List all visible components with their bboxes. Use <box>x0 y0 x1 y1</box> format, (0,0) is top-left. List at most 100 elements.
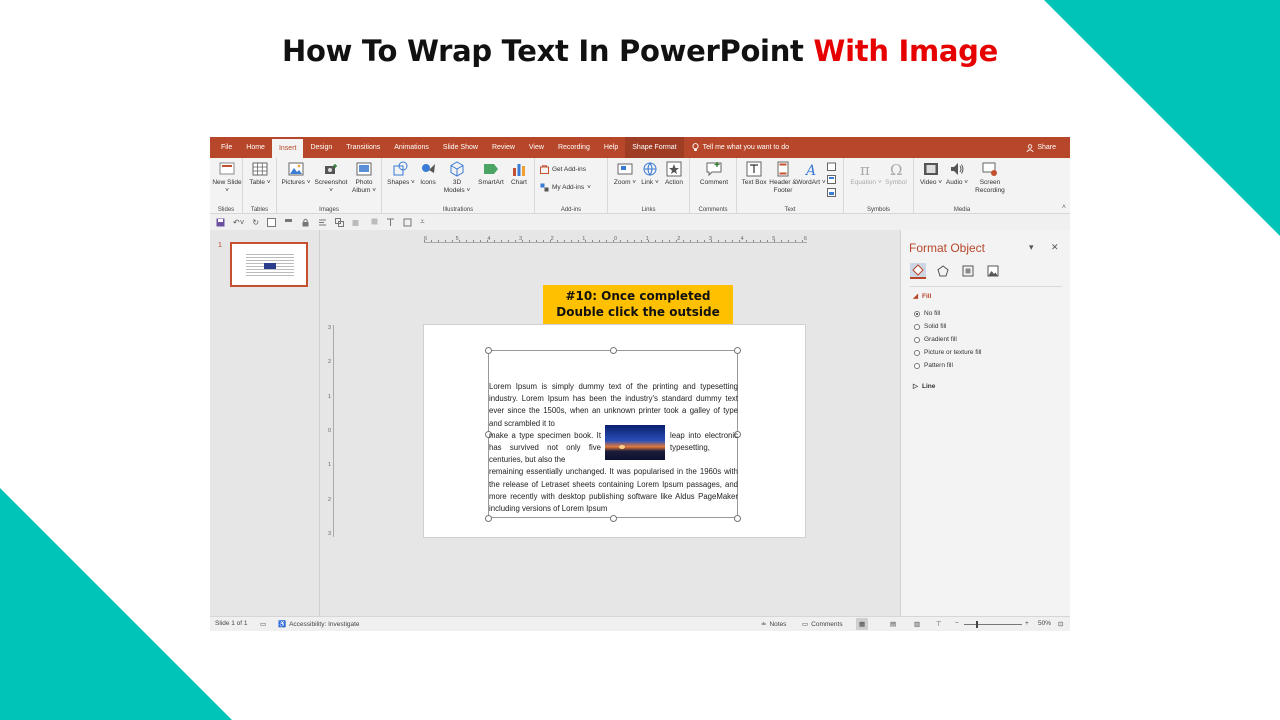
tab-shape-format[interactable]: Shape Format <box>625 137 684 158</box>
tab-insert[interactable]: Insert <box>271 139 304 158</box>
photo-album-button[interactable]: Photo Album ˅ <box>349 161 379 195</box>
pictures-button[interactable]: Pictures ˅ <box>281 161 311 187</box>
lock-icon[interactable] <box>301 218 310 227</box>
share-label: Share <box>1037 144 1056 151</box>
tab-design[interactable]: Design <box>303 137 339 158</box>
zoom-level[interactable]: 50% <box>1038 620 1051 627</box>
group-slides: New Slide ˅ Slides <box>210 158 243 214</box>
tab-slide-show[interactable]: Slide Show <box>436 137 485 158</box>
slide-sorter-button[interactable]: ▤ <box>890 620 896 628</box>
object-button[interactable] <box>827 188 836 197</box>
resize-handle-bottom-right[interactable] <box>734 515 741 522</box>
send-backward-icon[interactable] <box>369 218 378 227</box>
table-button[interactable]: Table ˅ <box>245 161 275 187</box>
radio-picture-texture-fill[interactable]: Picture or texture fill <box>914 349 981 356</box>
slide-show-button[interactable]: ⊤ <box>936 620 942 628</box>
horizontal-ruler[interactable]: 6543210123456 <box>424 235 807 243</box>
fill-section-header[interactable]: ◢ Fill <box>913 292 931 301</box>
effects-tab[interactable] <box>935 263 951 279</box>
accessibility-status[interactable]: ♿ Accessibility: Investigate <box>278 620 360 629</box>
tab-transitions[interactable]: Transitions <box>339 137 387 158</box>
collapse-ribbon-icon[interactable]: ˄ <box>1062 204 1066 211</box>
powerpoint-window: File Home Insert Design Transitions Anim… <box>210 137 1070 631</box>
fill-line-tab[interactable] <box>910 263 926 279</box>
tell-me-search[interactable]: Tell me what you want to do <box>684 143 789 152</box>
normal-view-button[interactable]: ▦ <box>856 618 869 630</box>
my-addins-button[interactable]: My Add-ins ˅ <box>540 183 591 192</box>
zoom-slider-thumb[interactable] <box>976 621 978 628</box>
save-icon[interactable] <box>216 218 225 227</box>
group-icon[interactable] <box>335 217 345 227</box>
tab-home[interactable]: Home <box>239 137 272 158</box>
shapes-button[interactable]: Shapes ˅ <box>386 161 416 187</box>
vertical-ruler[interactable]: 3210123 <box>326 325 334 537</box>
screen-recording-button[interactable]: Screen Recording <box>970 161 1010 195</box>
shape-outline-icon[interactable] <box>403 218 412 227</box>
action-button[interactable]: Action <box>659 161 689 187</box>
slide-canvas[interactable]: Lorem Ipsum is simply dummy text of the … <box>423 324 806 538</box>
tab-recording[interactable]: Recording <box>551 137 597 158</box>
tab-help[interactable]: Help <box>597 137 625 158</box>
close-pane-icon[interactable]: ✕ <box>1051 242 1059 253</box>
group-text: Text Box Header & Footer A WordArt ˅ Tex… <box>737 158 844 214</box>
resize-handle-bottom-left[interactable] <box>485 515 492 522</box>
resize-handle-top-right[interactable] <box>734 347 741 354</box>
size-properties-tab[interactable] <box>960 263 976 279</box>
screen-recording-icon <box>982 162 997 176</box>
format-painter-icon[interactable] <box>284 218 293 227</box>
title-main: How To Wrap Text In PowerPoint <box>282 34 814 68</box>
screenshot-button[interactable]: Screenshot ˅ <box>313 161 349 195</box>
icons-button[interactable]: Icons <box>413 161 443 187</box>
resize-handle-top[interactable] <box>610 347 617 354</box>
zoom-slider[interactable] <box>964 624 1022 625</box>
header-footer-button[interactable]: Header & Footer <box>766 161 800 195</box>
new-slide-button[interactable]: New Slide ˅ <box>212 161 242 195</box>
tab-review[interactable]: Review <box>485 137 522 158</box>
zoom-out-button[interactable]: − <box>955 620 959 627</box>
slide-thumbnail[interactable] <box>230 242 308 287</box>
bring-forward-icon[interactable] <box>352 218 361 227</box>
tab-view[interactable]: View <box>522 137 551 158</box>
get-addins-button[interactable]: Get Add-ins <box>540 165 586 174</box>
comments-button[interactable]: ▭ Comments <box>802 620 843 629</box>
date-time-button[interactable] <box>827 162 836 171</box>
wordart-button[interactable]: A WordArt ˅ <box>796 161 826 187</box>
picture-tab[interactable] <box>985 263 1001 279</box>
notes-button[interactable]: ≐ Notes <box>761 620 786 629</box>
spell-check-icon[interactable]: ▭ <box>260 620 266 628</box>
chart-button[interactable]: Chart <box>504 161 534 187</box>
sunset-image[interactable] <box>605 425 665 460</box>
customize-qat-icon[interactable]: ⩡ <box>420 217 425 227</box>
redo-icon[interactable]: ↻ <box>252 218 259 227</box>
group-illustrations: Shapes ˅ Icons 3D Models ˅ SmartArt Char… <box>382 158 535 214</box>
tab-animations[interactable]: Animations <box>387 137 436 158</box>
quick-access-toolbar: ↶˅ ↻ ⩡ <box>210 214 1070 230</box>
reading-view-button[interactable]: ▥ <box>914 620 920 628</box>
start-from-beginning-icon[interactable] <box>267 217 277 227</box>
audio-button[interactable]: Audio ˅ <box>942 161 972 187</box>
tell-me-label: Tell me what you want to do <box>702 144 790 151</box>
comment-button[interactable]: Comment <box>695 161 733 187</box>
zoom-in-button[interactable]: + <box>1025 620 1029 627</box>
pane-options-chevron-icon[interactable]: ▾ <box>1029 242 1034 253</box>
text-left-column: make a type specimen book. It has surviv… <box>489 430 601 467</box>
undo-icon[interactable]: ↶˅ <box>233 218 244 227</box>
smartart-button[interactable]: SmartArt <box>474 161 508 187</box>
share-button[interactable]: Share <box>1026 137 1056 158</box>
radio-solid-fill[interactable]: Solid fill <box>914 323 946 330</box>
fit-to-window-icon[interactable]: ⊡ <box>1058 620 1063 628</box>
radio-no-fill[interactable]: No fill <box>914 310 940 317</box>
resize-handle-top-left[interactable] <box>485 347 492 354</box>
tab-file[interactable]: File <box>214 137 239 158</box>
collapsed-caret-icon: ▷ <box>913 383 918 390</box>
line-section-header[interactable]: ▷ Line <box>913 382 935 391</box>
radio-pattern-fill[interactable]: Pattern fill <box>914 362 953 369</box>
align-icon[interactable] <box>318 218 327 227</box>
text-direction-icon[interactable] <box>386 218 395 227</box>
selected-text-box[interactable]: Lorem Ipsum is simply dummy text of the … <box>485 347 741 522</box>
radio-gradient-fill[interactable]: Gradient fill <box>914 336 957 343</box>
slide-number-button[interactable] <box>827 175 836 184</box>
3d-models-button[interactable]: 3D Models ˅ <box>442 161 472 195</box>
resize-handle-bottom[interactable] <box>610 515 617 522</box>
text-box-button[interactable]: Text Box <box>739 161 769 187</box>
